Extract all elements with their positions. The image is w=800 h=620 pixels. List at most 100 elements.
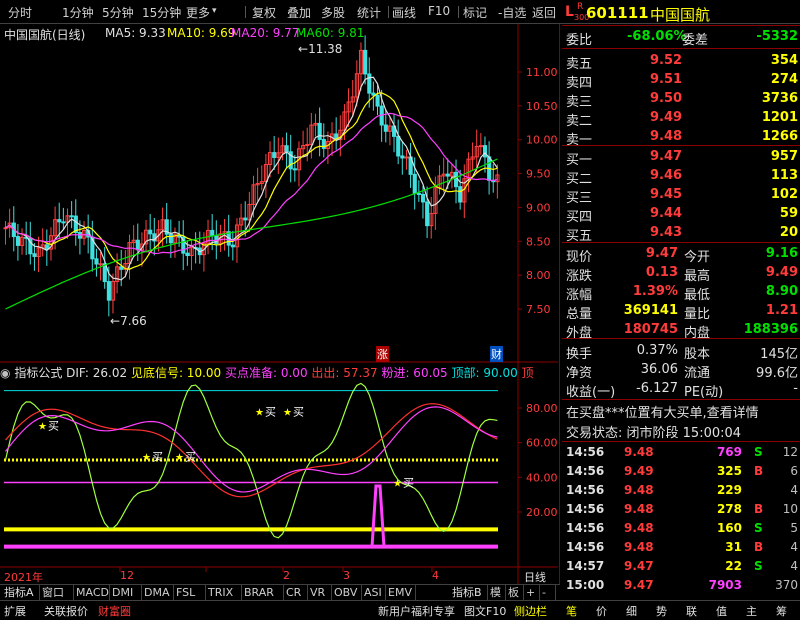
trade-side: B (754, 464, 764, 478)
trade-volume: 229 (716, 483, 742, 497)
notice[interactable]: 在买盘***位置有大买单,查看详情 (566, 402, 759, 421)
chart-area[interactable]: 11.00 10.50 10.00 9.50 9.00 8.50 8.00 7.50 80.00… (0, 24, 560, 584)
trade-row: 15:00 9.47 7903 370 (566, 576, 800, 595)
bid-volume: 59 (779, 206, 798, 221)
indicator-tab[interactable]: DMI (110, 585, 142, 601)
bid-price: 9.46 (650, 168, 683, 183)
trade-row: 14:56 9.48 31 B 4 (566, 538, 800, 557)
collapse-icon[interactable]: ◉ (0, 366, 10, 380)
stats-row: 现价 9.47 今开 9.16 (562, 245, 800, 265)
duogu-button[interactable]: 多股 (321, 4, 345, 21)
candle-body (404, 156, 409, 159)
stat-label: 量比 (684, 307, 711, 322)
star-icon: ★ (175, 453, 184, 464)
marker-cai: 财 (490, 346, 503, 362)
kline-chart[interactable]: 11.00 10.50 10.00 9.50 9.00 8.50 8.00 7.50 80.00… (0, 24, 560, 584)
price-tick-label: 11.00 (526, 66, 558, 79)
stats-row: 总量 369141 量比 1.21 (562, 302, 800, 322)
side-tab[interactable]: 值 (716, 603, 727, 619)
ask-volume: 1266 (761, 129, 798, 144)
indicator-tab[interactable]: CR (284, 585, 308, 601)
side-tab[interactable]: 筹 (776, 603, 787, 619)
indicator-tab[interactable]: FSL (174, 585, 206, 601)
trade-count: 4 (790, 483, 798, 497)
tongji-button[interactable]: 统计 (357, 4, 381, 21)
ma10-line (5, 92, 498, 270)
candle-body (168, 233, 173, 244)
statusbar-left-item[interactable]: 财富圈 (98, 603, 131, 619)
indicator-tab[interactable]: 窗口 (40, 585, 74, 601)
indicator-tab[interactable]: MACD (74, 585, 110, 601)
ma60-legend: MA60: 9.81 (296, 26, 365, 40)
indicator-tab[interactable]: 模 (488, 585, 506, 601)
weibi-label: 委比 (566, 33, 593, 48)
trade-time: 14:57 (566, 559, 605, 573)
candle-body (15, 236, 21, 246)
trade-time: 14:56 (566, 445, 605, 459)
statusbar-left-item[interactable]: 扩展 (4, 603, 26, 619)
tab-15min[interactable]: 15分钟 (142, 4, 181, 21)
price-tick-label: 7.50 (526, 303, 551, 316)
f10-button[interactable]: F10 (428, 4, 450, 18)
stats-row: 涨跌 0.13 最高 9.49 (562, 264, 800, 284)
stat-value: 9.16 (765, 246, 798, 261)
statusbar-mid-item[interactable]: 图文F10 (464, 603, 506, 619)
trade-side: B (754, 502, 764, 516)
back-button[interactable]: 返回 (532, 4, 556, 21)
statusbar-mid-item[interactable]: 侧边栏 (514, 603, 547, 619)
candle-body (482, 145, 488, 158)
indicator-tab[interactable]: EMV (386, 585, 416, 601)
stat-value: 0.13 (645, 265, 678, 280)
side-tab[interactable]: 笔 (566, 603, 577, 619)
diejia-button[interactable]: 叠加 (287, 4, 311, 21)
indicator-tab[interactable]: - (540, 585, 556, 601)
side-tab[interactable]: 势 (656, 603, 667, 619)
fund-value: 99.6亿 (756, 366, 798, 381)
status-label: 交易状态: (566, 426, 623, 441)
bid-row: 买四 9.44 59 (562, 205, 800, 225)
indicator-tab[interactable]: ASI (362, 585, 386, 601)
more-arrow-icon[interactable]: ▾ (212, 6, 217, 16)
biaoji-button[interactable]: 标记 (463, 4, 487, 21)
indicator-name[interactable]: 指标公式 (14, 366, 62, 380)
ind-tick-label: 40.00 (526, 471, 558, 484)
trade-price: 9.47 (624, 578, 654, 592)
toolbar-separator (458, 6, 459, 18)
fund-value: 0.37% (636, 343, 678, 358)
more-button[interactable]: 更多 (186, 4, 210, 21)
indicator-tab[interactable]: TRIX (206, 585, 242, 601)
chart-title: 中国国航(日线) (4, 28, 86, 42)
period-label[interactable]: 日线 (524, 569, 546, 585)
statusbar-mid-item[interactable]: 新用户福利专享 (378, 603, 455, 619)
stat-label: 现价 (566, 250, 593, 265)
price-tick-label: 9.00 (526, 201, 551, 214)
date-tick: 2021年 (4, 571, 43, 584)
indicator-tab[interactable]: BRAR (242, 585, 284, 601)
bid-volume: 20 (779, 225, 798, 240)
statusbar-left-item[interactable]: 关联报价 (44, 603, 88, 619)
trade-volume: 325 (716, 464, 742, 478)
indicator-tab[interactable]: + (524, 585, 540, 601)
indicator-tab[interactable]: VR (308, 585, 332, 601)
indicator-tab[interactable]: 指标B (450, 585, 488, 601)
candle-body (445, 173, 450, 177)
side-tab[interactable]: 联 (686, 603, 697, 619)
side-tab[interactable]: 细 (626, 603, 637, 619)
fuquan-button[interactable]: 复权 (252, 4, 276, 21)
huaxian-button[interactable]: 画线 (392, 4, 416, 21)
dingbu-label: 顶部: 90.00 (451, 366, 518, 380)
tab-fenshi[interactable]: 分时 (8, 4, 32, 21)
side-tab[interactable]: 主 (746, 603, 757, 619)
indicator-tab[interactable]: 板 (506, 585, 524, 601)
indicator-tab[interactable]: OBV (332, 585, 362, 601)
stat-label: 总量 (566, 307, 593, 322)
tab-1min[interactable]: 1分钟 (62, 4, 94, 21)
zixuan-button[interactable]: -自选 (498, 4, 526, 21)
price-tick-label: 8.00 (526, 269, 551, 282)
indicator-tab[interactable]: DMA (142, 585, 174, 601)
indicator-tab[interactable]: 指标A (2, 585, 40, 601)
side-tab[interactable]: 价 (596, 603, 607, 619)
candle-body (32, 253, 37, 257)
tab-5min[interactable]: 5分钟 (102, 4, 134, 21)
stat-value: 188396 (743, 322, 798, 337)
